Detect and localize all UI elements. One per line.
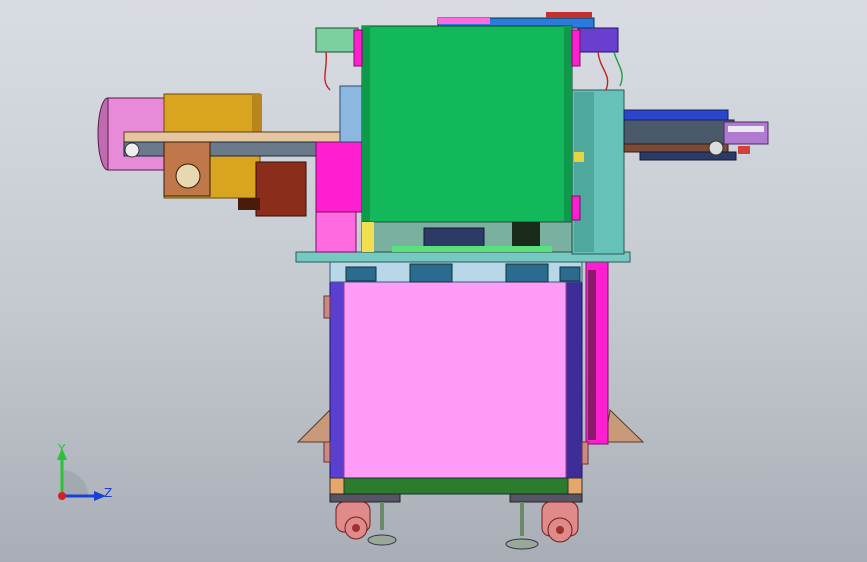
rail-block-1 [345,266,377,282]
right-conveyor-frame [623,119,735,145]
right-caster [541,501,579,543]
right-leveling-foot [505,502,539,550]
triad-graphic [57,448,106,501]
brown-gearbox [255,161,307,217]
magenta-bracket-lower [315,211,357,253]
coordinate-triad: Y Z [40,438,130,518]
left-foot-plate [296,408,335,443]
cabinet-base-right-corner [567,477,583,495]
triad-y-label: Y [58,442,66,456]
cabinet-right-post [565,261,583,485]
left-belt-drive-pulley [175,163,201,189]
teal-side-housing-inner [574,92,594,252]
cabinet-base-bar [329,493,401,503]
top-rail-red [546,12,592,18]
green-hopper-left-edge [362,26,370,222]
cabinet-base-left-corner [329,477,345,495]
left-leveling-foot [367,502,397,546]
cad-viewport[interactable]: Y Z [0,0,867,562]
cabinet-base-bar-right [509,493,583,503]
top-right-cylinder-block [577,27,619,53]
cabinet-left-post [329,261,345,485]
right-conveyor-end-cap [728,126,764,132]
green-hopper-right-edge [564,26,572,222]
right-conveyor-pulley [708,140,724,156]
hopper-left-clamp [353,29,363,67]
rail-block-4 [559,266,581,282]
rail-block-2 [409,263,453,283]
lower-mechanism-green [392,246,552,252]
cable-right [597,51,609,91]
left-caster [335,501,371,540]
lower-mechanism-yellow [362,222,374,252]
right-conveyor-belt [623,109,729,121]
right-vertical-strip-dark [588,270,596,440]
green-hopper-body [361,25,573,223]
cabinet-base-green [329,477,583,495]
triad-z-label: Z [104,486,113,500]
cable-left [324,51,331,91]
hopper-right-clamp-low [571,195,581,221]
left-transfer-beam [123,131,363,143]
cable-right-2 [613,51,623,87]
right-conveyor-end-block [723,121,769,145]
left-peg-bottom [323,441,331,463]
left-peg-top [323,295,331,319]
top-left-cylinder-block [315,27,359,53]
right-conveyor-red-tag [738,146,750,154]
left-belt-end-pulley [124,142,140,158]
left-transfer-belt [123,141,321,157]
gold-motor-cap [252,94,262,134]
rail-block-3 [505,263,549,283]
machine-assembly-drawing [97,12,769,550]
yellow-sensor [574,152,584,162]
rear-blue-panel [339,85,363,143]
hopper-right-clamp [571,29,581,67]
pink-cabinet-panel [343,281,567,479]
right-foot-plate [604,408,645,443]
brown-gearbox-base [238,198,260,210]
right-conveyor-base [639,151,737,161]
right-peg-bottom [581,441,589,465]
top-rail-pink [438,18,490,24]
magenta-bracket [315,141,363,213]
